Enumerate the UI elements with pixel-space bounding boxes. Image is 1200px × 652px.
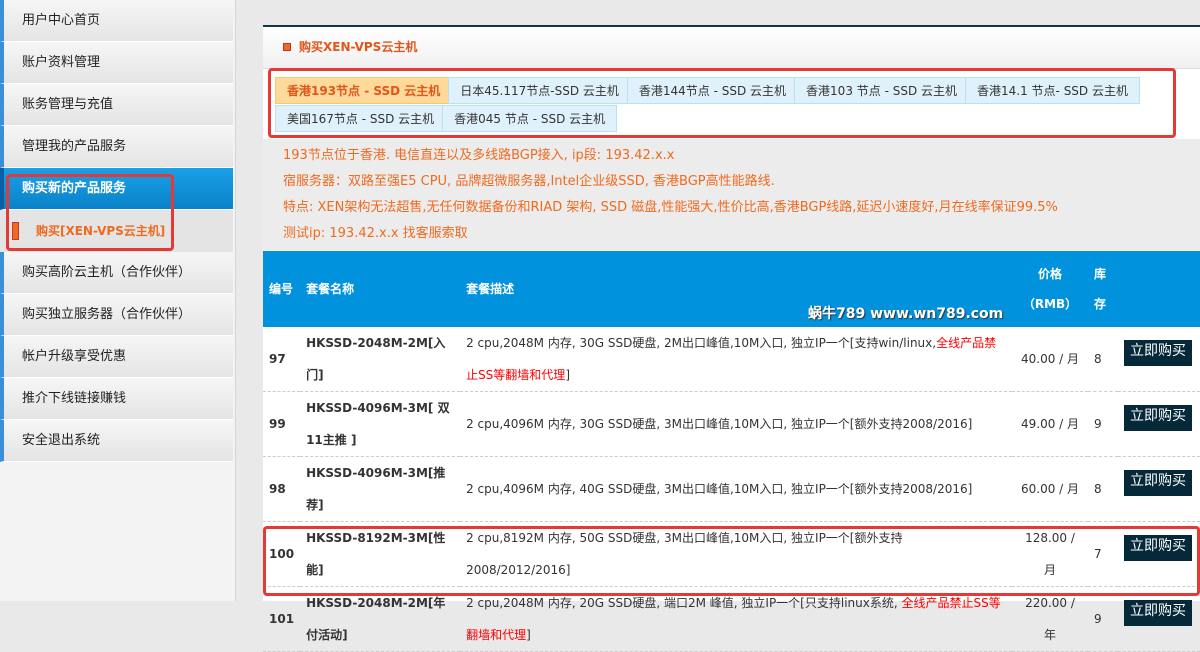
plan-name: HKSSD-4096M-3M[推荐] (300, 457, 460, 522)
plan-price: 220.00 / 年 (1012, 587, 1088, 652)
bullet-icon (283, 43, 291, 51)
plan-name: HKSSD-4096M-3M[ 双11主推 ] (300, 392, 460, 457)
col-action (1118, 251, 1200, 327)
info-line: 测试ip: 193.42.x.x 找客服索取 (283, 221, 1180, 247)
info-line: 特点: XEN架构无法超售,无任何数据备份和RIAD 架构, SSD 磁盘,性能… (283, 195, 1180, 221)
plan-id: 99 (263, 392, 300, 457)
buy-now-button[interactable]: 立即购买 (1124, 405, 1192, 431)
row-highlight (263, 526, 1200, 596)
plan-desc: 2 cpu,4096M 内存, 40G SSD硬盘, 3M出口峰值,10M入口,… (460, 457, 1012, 522)
plan-stock: 8 (1088, 457, 1118, 522)
col-price: 价格（RMB） (1012, 251, 1088, 327)
sidebar-item[interactable]: 帐户升级享受优惠 (0, 336, 233, 378)
plan-id: 97 (263, 327, 300, 392)
plan-stock: 9 (1088, 587, 1118, 652)
tabs-highlight (268, 68, 1176, 138)
plan-price: 40.00 / 月 (1012, 327, 1088, 392)
plan-price: 60.00 / 月 (1012, 457, 1088, 522)
buy-now-button[interactable]: 立即购买 (1124, 470, 1192, 496)
highlight-box (6, 174, 174, 251)
buy-now-button[interactable]: 立即购买 (1124, 600, 1192, 626)
table-row: 101 HKSSD-2048M-2M[年付活动] 2 cpu,2048M 内存,… (263, 587, 1200, 652)
plan-name: HKSSD-2048M-2M[入门] (300, 327, 460, 392)
page-title: 购买XEN-VPS云主机 (263, 27, 1200, 69)
sidebar-item[interactable]: 账务管理与充值 (0, 84, 233, 126)
plan-id: 98 (263, 457, 300, 522)
watermark: 蜗牛789 www.wn789.com (808, 303, 1003, 323)
col-id: 编号 (263, 251, 300, 327)
table-row: 98 HKSSD-4096M-3M[推荐] 2 cpu,4096M 内存, 40… (263, 457, 1200, 522)
sidebar-item[interactable]: 推介下线链接赚钱 (0, 378, 233, 420)
info-line: 193节点位于香港. 电信直连以及多线路BGP接入, ip段: 193.42.x… (283, 143, 1180, 169)
sidebar: 用户中心首页账户资料管理账务管理与充值管理我的产品服务购买新的产品服务购买[XE… (0, 0, 236, 601)
plan-desc: 2 cpu,2048M 内存, 20G SSD硬盘, 端口2M 峰值, 独立IP… (460, 587, 1012, 652)
node-info: 193节点位于香港. 电信直连以及多线路BGP接入, ip段: 193.42.x… (263, 139, 1200, 251)
plan-desc: 2 cpu,2048M 内存, 30G SSD硬盘, 2M出口峰值,10M入口,… (460, 327, 1012, 392)
info-line: 宿服务器：双路至强E5 CPU, 品牌超微服务器,Intel企业级SSD, 香港… (283, 169, 1180, 195)
col-name: 套餐名称 (300, 251, 460, 327)
sidebar-item[interactable]: 管理我的产品服务 (0, 126, 233, 168)
table-row: 97 HKSSD-2048M-2M[入门] 2 cpu,2048M 内存, 30… (263, 327, 1200, 392)
sidebar-item[interactable]: 安全退出系统 (0, 420, 233, 462)
sidebar-item[interactable]: 账户资料管理 (0, 42, 233, 84)
plan-name: HKSSD-2048M-2M[年付活动] (300, 587, 460, 652)
plan-id: 101 (263, 587, 300, 652)
sidebar-item[interactable]: 购买高阶云主机（合作伙伴） (0, 252, 233, 294)
buy-now-button[interactable]: 立即购买 (1124, 340, 1192, 366)
sidebar-item[interactable]: 用户中心首页 (0, 0, 233, 42)
table-row: 99 HKSSD-4096M-3M[ 双11主推 ] 2 cpu,4096M 内… (263, 392, 1200, 457)
plan-price: 49.00 / 月 (1012, 392, 1088, 457)
plan-stock: 9 (1088, 392, 1118, 457)
plan-desc: 2 cpu,4096M 内存, 30G SSD硬盘, 3M出口峰值,10M入口,… (460, 392, 1012, 457)
plan-stock: 8 (1088, 327, 1118, 392)
col-stock: 库存 (1088, 251, 1118, 327)
sidebar-item[interactable]: 购买独立服务器（合作伙伴） (0, 294, 233, 336)
